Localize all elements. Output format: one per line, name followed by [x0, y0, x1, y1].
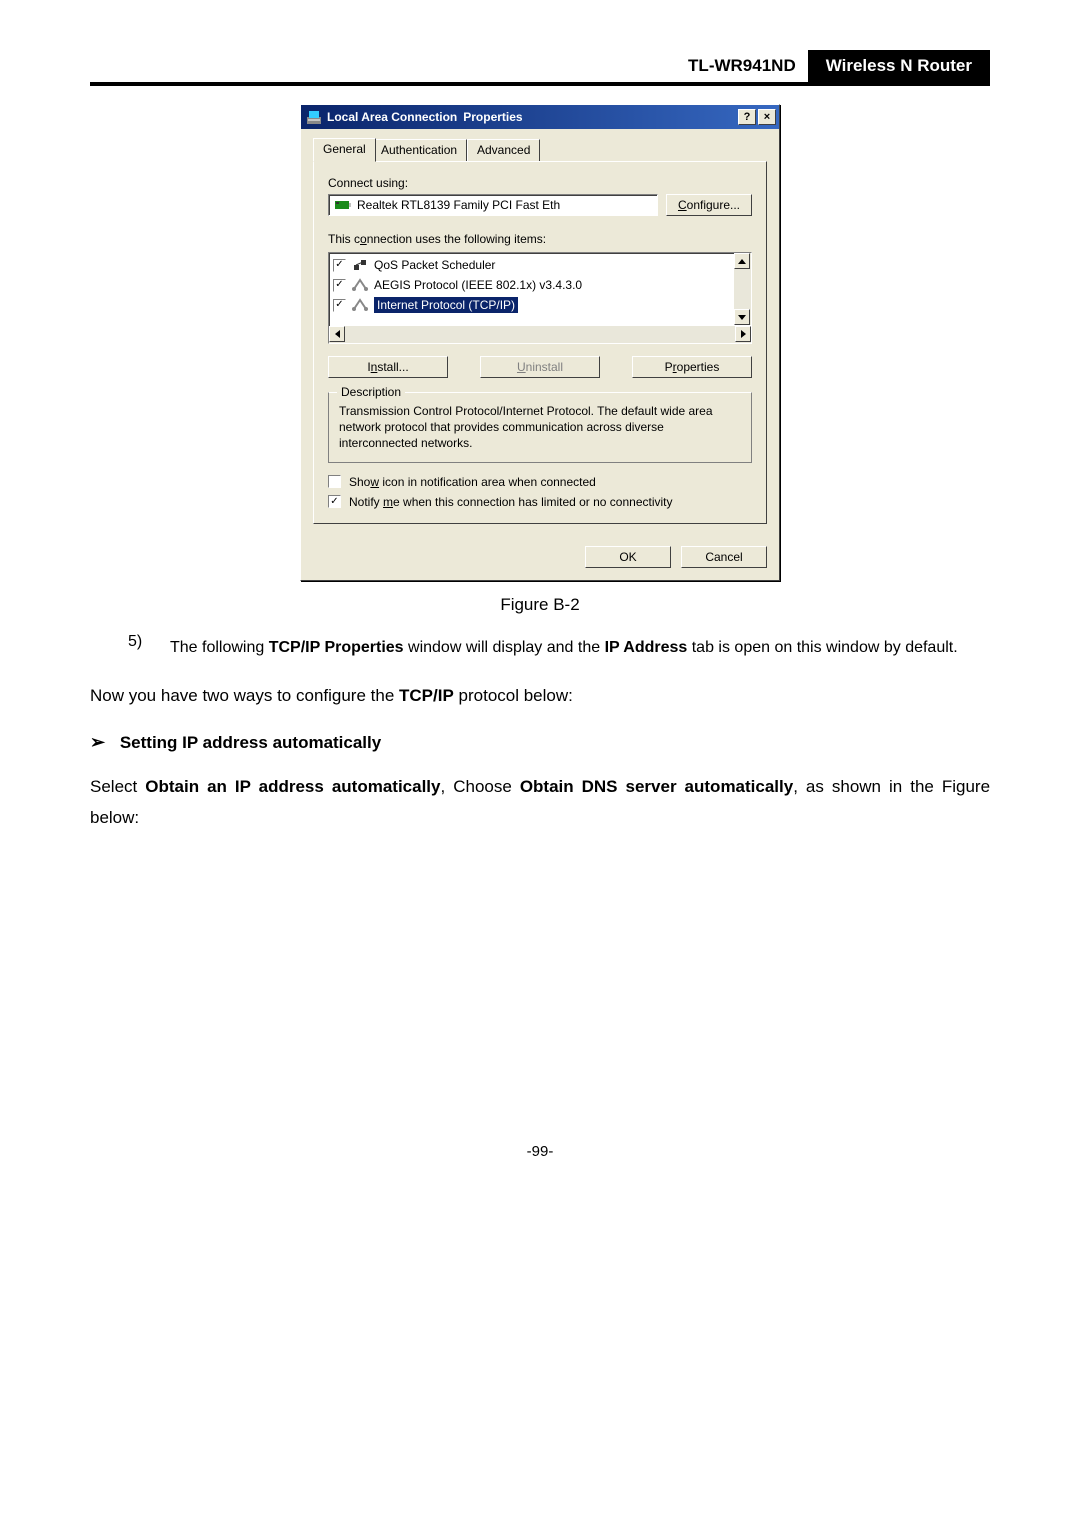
- install-button[interactable]: Install...: [328, 356, 448, 378]
- figure-label: Figure B-2: [90, 595, 990, 615]
- properties-dialog: Local Area Connection Properties ? × Gen…: [300, 104, 780, 581]
- items-listbox[interactable]: ✓ QoS Packet Scheduler ✓: [328, 252, 752, 344]
- checkbox-notify[interactable]: ✓: [328, 495, 341, 508]
- step-5-text: The following TCP/IP Properties window w…: [170, 633, 990, 663]
- tab-general[interactable]: General: [313, 138, 376, 162]
- page-header: TL-WR941ND Wireless N Router: [90, 50, 990, 86]
- model-number: TL-WR941ND: [680, 52, 808, 80]
- horizontal-scrollbar[interactable]: [329, 326, 751, 343]
- list-item-label: AEGIS Protocol (IEEE 802.1x) v3.4.3.0: [374, 278, 582, 292]
- tabstrip: General Authentication Advanced: [313, 139, 767, 162]
- checkbox-icon[interactable]: ✓: [333, 259, 346, 272]
- list-item[interactable]: ✓ QoS Packet Scheduler: [333, 255, 747, 275]
- now-paragraph: Now you have two ways to configure the T…: [90, 680, 990, 711]
- connect-using-label: Connect using:: [328, 176, 752, 190]
- description-group: Description Transmission Control Protoco…: [328, 392, 752, 463]
- tab-authentication[interactable]: Authentication: [371, 139, 467, 162]
- scroll-up-icon[interactable]: [734, 253, 750, 269]
- scroll-right-icon[interactable]: [735, 326, 751, 342]
- scroll-down-icon[interactable]: [734, 309, 750, 325]
- help-button[interactable]: ?: [738, 109, 756, 125]
- show-icon-label: Show icon in notification area when conn…: [349, 475, 596, 489]
- close-button[interactable]: ×: [758, 109, 776, 125]
- configure-button[interactable]: Configure...: [666, 194, 752, 216]
- checkbox-show-icon[interactable]: [328, 475, 341, 488]
- adapter-name: Realtek RTL8139 Family PCI Fast Eth: [357, 198, 560, 212]
- uninstall-button[interactable]: Uninstall: [480, 356, 600, 378]
- list-item[interactable]: ✓ Internet Protocol (TCP/IP): [333, 295, 747, 315]
- dialog-title-suffix: Properties: [463, 110, 522, 124]
- scroll-left-icon[interactable]: [329, 326, 345, 342]
- checkbox-icon[interactable]: ✓: [333, 279, 346, 292]
- product-subtitle: Wireless N Router: [808, 50, 990, 82]
- list-item[interactable]: ✓ AEGIS Protocol (IEEE 802.1x) v3.4.3.0: [333, 275, 747, 295]
- list-item-label: Internet Protocol (TCP/IP): [374, 297, 518, 313]
- dialog-title: Local Area Connection: [327, 110, 457, 124]
- ok-button[interactable]: OK: [585, 546, 671, 568]
- properties-button[interactable]: Properties: [632, 356, 752, 378]
- protocol-icon: [352, 277, 368, 293]
- select-paragraph: Select Obtain an IP address automaticall…: [90, 771, 990, 834]
- description-text: Transmission Control Protocol/Internet P…: [339, 403, 741, 452]
- items-label: This connection uses the following items…: [328, 232, 546, 246]
- cancel-button[interactable]: Cancel: [681, 546, 767, 568]
- network-icon: [306, 109, 322, 125]
- titlebar: Local Area Connection Properties ? ×: [301, 105, 779, 129]
- tab-panel-general: Connect using: Realtek RTL8139 Family PC…: [313, 161, 767, 524]
- description-legend: Description: [337, 385, 405, 399]
- step-number: 5): [128, 633, 152, 663]
- adapter-field: Realtek RTL8139 Family PCI Fast Eth: [328, 194, 658, 216]
- page-number: -99-: [90, 1143, 990, 1160]
- setting-auto-heading: Setting IP address automatically: [90, 732, 990, 753]
- list-item-label: QoS Packet Scheduler: [374, 258, 495, 272]
- vertical-scrollbar[interactable]: [734, 253, 751, 325]
- nic-icon: [335, 199, 351, 211]
- tab-advanced[interactable]: Advanced: [467, 139, 540, 162]
- checkbox-icon[interactable]: ✓: [333, 299, 346, 312]
- protocol-icon: [352, 297, 368, 313]
- scheduler-icon: [352, 257, 368, 273]
- notify-label: Notify me when this connection has limit…: [349, 495, 673, 509]
